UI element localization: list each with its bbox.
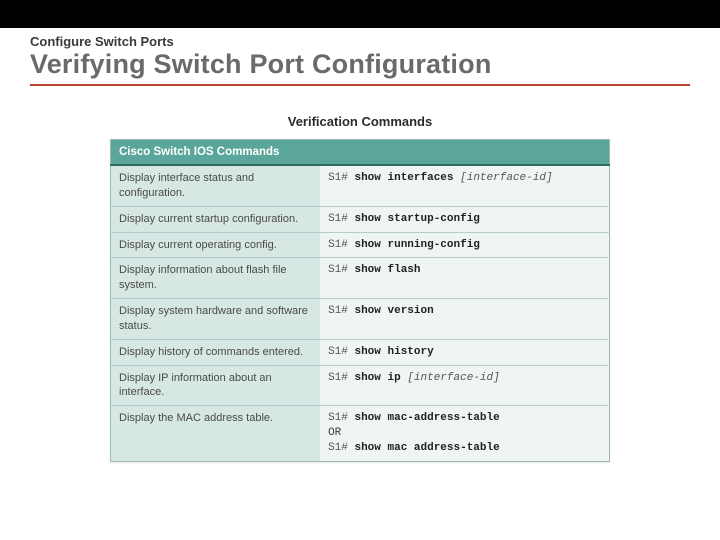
command-cell: S1# show ip [interface-id] xyxy=(320,365,609,406)
top-black-bar xyxy=(0,0,720,28)
cli-keyword: show version xyxy=(354,305,433,317)
cli-keyword: show startup-config xyxy=(354,213,479,225)
table-row: Display IP information about an interfac… xyxy=(111,365,610,406)
table-row: Display history of commands entered.S1# … xyxy=(111,339,610,365)
cli-prompt: S1# xyxy=(328,412,354,424)
table-row: Display system hardware and software sta… xyxy=(111,299,610,340)
table-row: Display current startup configuration.S1… xyxy=(111,206,610,232)
cli-keyword: show history xyxy=(354,346,433,358)
command-description: Display information about flash file sys… xyxy=(111,258,321,299)
command-description: Display IP information about an interfac… xyxy=(111,365,321,406)
command-cell: S1# show version xyxy=(320,299,609,340)
page-title: Verifying Switch Port Configuration xyxy=(30,49,690,86)
command-description: Display current operating config. xyxy=(111,232,321,258)
commands-table-container: Verification Commands Cisco Switch IOS C… xyxy=(110,114,610,462)
cli-keyword: show mac address-table xyxy=(354,442,499,454)
command-cell: S1# show interfaces [interface-id] xyxy=(320,165,609,206)
kicker-text: Configure Switch Ports xyxy=(30,34,690,49)
command-description: Display the MAC address table. xyxy=(111,406,321,462)
command-description: Display interface status and configurati… xyxy=(111,165,321,206)
cli-prompt: S1# xyxy=(328,372,354,384)
table-header-cell: Cisco Switch IOS Commands xyxy=(111,140,610,166)
table-row: Display information about flash file sys… xyxy=(111,258,610,299)
cli-prompt: S1# xyxy=(328,213,354,225)
table-row: Display interface status and configurati… xyxy=(111,165,610,206)
table-row: Display current operating config.S1# sho… xyxy=(111,232,610,258)
cli-prompt: S1# xyxy=(328,305,354,317)
commands-table: Cisco Switch IOS Commands Display interf… xyxy=(110,139,610,462)
slide-header: Configure Switch Ports Verifying Switch … xyxy=(0,28,720,88)
table-caption: Verification Commands xyxy=(110,114,610,129)
cli-keyword: show running-config xyxy=(354,239,479,251)
table-header-row: Cisco Switch IOS Commands xyxy=(111,140,610,166)
cli-or-label: OR xyxy=(328,427,341,439)
command-description: Display history of commands entered. xyxy=(111,339,321,365)
cli-prompt: S1# xyxy=(328,264,354,276)
table-row: Display the MAC address table.S1# show m… xyxy=(111,406,610,462)
command-description: Display system hardware and software sta… xyxy=(111,299,321,340)
cli-prompt: S1# xyxy=(328,239,354,251)
cli-keyword: show mac-address-table xyxy=(354,412,499,424)
command-description: Display current startup configuration. xyxy=(111,206,321,232)
command-cell: S1# show running-config xyxy=(320,232,609,258)
command-cell: S1# show startup-config xyxy=(320,206,609,232)
cli-keyword: show flash xyxy=(354,264,420,276)
cli-prompt: S1# xyxy=(328,346,354,358)
cli-argument: [interface-id] xyxy=(407,372,499,384)
cli-prompt: S1# xyxy=(328,172,354,184)
command-cell: S1# show mac-address-table OR S1# show m… xyxy=(320,406,609,462)
cli-keyword: show ip xyxy=(354,372,400,384)
cli-argument: [interface-id] xyxy=(460,172,552,184)
command-cell: S1# show flash xyxy=(320,258,609,299)
cli-keyword: show interfaces xyxy=(354,172,453,184)
command-cell: S1# show history xyxy=(320,339,609,365)
cli-prompt: S1# xyxy=(328,442,354,454)
